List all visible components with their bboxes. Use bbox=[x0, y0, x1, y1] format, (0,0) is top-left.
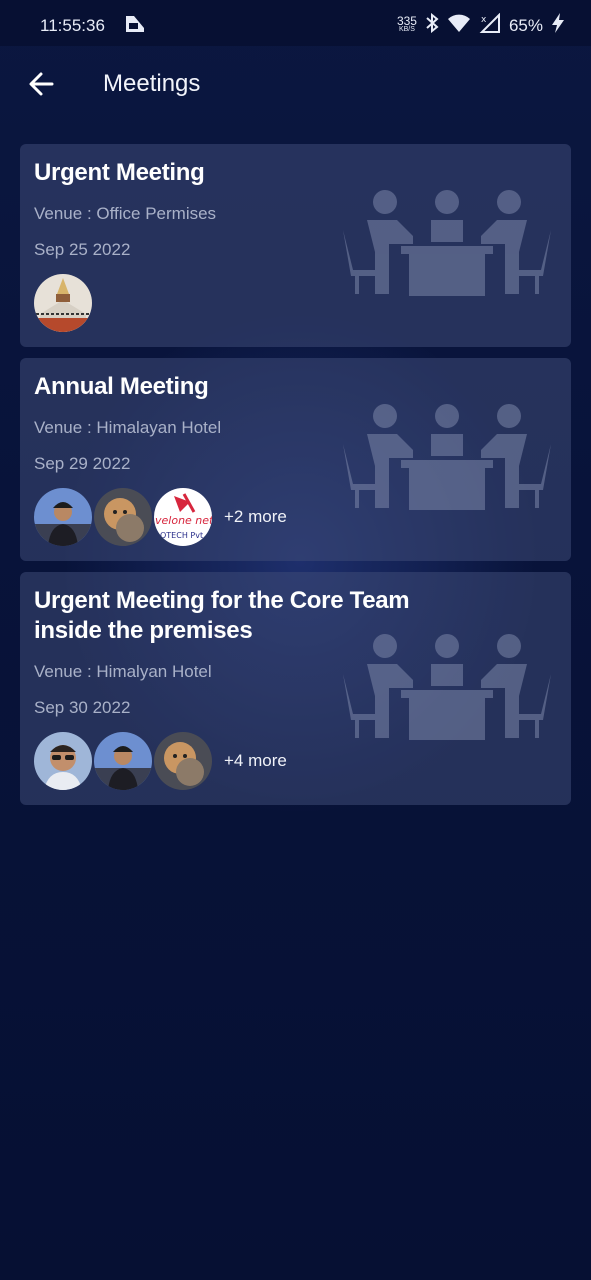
meeting-table-icon bbox=[343, 190, 551, 296]
meeting-venue: Venue : Office Permises bbox=[34, 204, 217, 223]
signal-icon: x bbox=[479, 12, 501, 38]
battery-level: 65% bbox=[508, 15, 543, 35]
svg-text:velone net: velone net bbox=[155, 514, 212, 527]
status-bar: 11:55:36 335 KB/S x 65% bbox=[0, 0, 591, 46]
attendee-avatars: velone net OTECH Pvt. Lt +2 more bbox=[34, 488, 287, 546]
page-title: Meetings bbox=[103, 70, 201, 97]
wifi-icon bbox=[447, 13, 471, 38]
meeting-title: Urgent Meeting for the Core Team inside … bbox=[34, 587, 410, 644]
arrow-left-icon bbox=[29, 72, 54, 96]
meeting-date: Sep 29 2022 bbox=[34, 454, 131, 473]
meeting-title: Annual Meeting bbox=[34, 373, 209, 400]
avatar bbox=[94, 732, 152, 790]
charging-icon bbox=[551, 12, 565, 39]
svg-text:OTECH Pvt. Lt: OTECH Pvt. Lt bbox=[160, 531, 212, 540]
meeting-card[interactable]: Urgent Meeting for the Core Team inside … bbox=[20, 572, 571, 805]
avatar bbox=[34, 732, 92, 790]
meeting-table-icon bbox=[343, 634, 551, 740]
meeting-date: Sep 30 2022 bbox=[34, 698, 131, 717]
back-button[interactable] bbox=[26, 70, 56, 98]
network-speed: 335 KB/S bbox=[396, 14, 417, 33]
avatar bbox=[154, 732, 212, 790]
meeting-venue: Venue : Himalyan Hotel bbox=[34, 662, 212, 681]
status-time: 11:55:36 bbox=[40, 16, 105, 35]
attendee-avatars: +4 more bbox=[34, 732, 287, 790]
more-attendees-count: +2 more bbox=[224, 507, 287, 526]
meeting-title: Urgent Meeting bbox=[34, 159, 205, 186]
bluetooth-icon bbox=[425, 12, 439, 38]
meeting-card[interactable]: Urgent Meeting Venue : Office Permises S… bbox=[20, 144, 571, 347]
avatar bbox=[34, 488, 92, 546]
avatar: velone net OTECH Pvt. Lt bbox=[154, 488, 212, 546]
meeting-venue: Venue : Himalayan Hotel bbox=[34, 418, 222, 437]
avatar bbox=[34, 274, 92, 332]
svg-text:x: x bbox=[481, 15, 487, 25]
more-attendees-count: +4 more bbox=[224, 751, 287, 770]
attendee-avatars bbox=[34, 274, 94, 332]
avatar bbox=[94, 488, 152, 546]
meeting-table-icon bbox=[343, 404, 551, 510]
meeting-card[interactable]: Annual Meeting Venue : Himalayan Hotel S… bbox=[20, 358, 571, 561]
meeting-date: Sep 25 2022 bbox=[34, 240, 131, 259]
app-bar: Meetings bbox=[0, 46, 591, 122]
sim-icon bbox=[124, 14, 146, 39]
